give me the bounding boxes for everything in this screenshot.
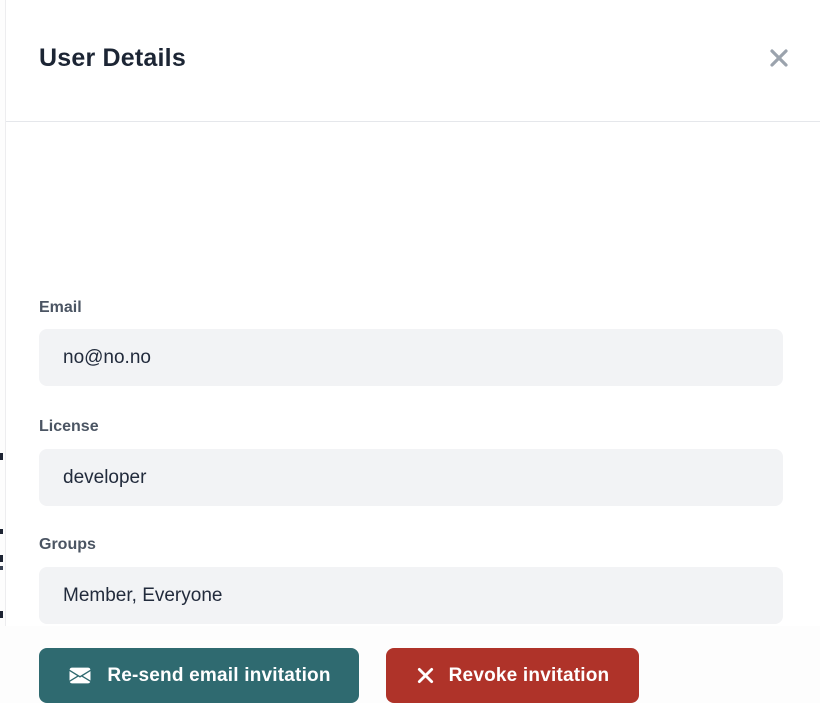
user-details-modal: User Details Email no@no.no License deve… (5, 0, 820, 626)
background-page-fragment (0, 529, 3, 534)
groups-value: Member, Everyone (63, 585, 222, 607)
background-page-fragment (0, 611, 3, 618)
email-field[interactable]: no@no.no (39, 329, 783, 386)
groups-field[interactable]: Member, Everyone (39, 567, 783, 624)
email-value: no@no.no (63, 347, 151, 369)
background-page-fragment (0, 566, 3, 570)
background-page-fragment (0, 453, 3, 460)
license-value: developer (63, 467, 146, 489)
revoke-invitation-button[interactable]: Revoke invitation (386, 648, 639, 703)
license-field[interactable]: developer (39, 449, 783, 506)
background-page-fragment (0, 555, 3, 562)
email-label: Email (39, 299, 82, 317)
modal-header: User Details (6, 0, 820, 122)
license-label: License (39, 418, 99, 436)
page-title: User Details (39, 44, 186, 73)
envelope-icon (67, 665, 93, 686)
resend-invitation-label: Re-send email invitation (107, 665, 330, 687)
groups-label: Groups (39, 536, 96, 554)
revoke-invitation-label: Revoke invitation (449, 665, 610, 687)
close-icon (767, 46, 791, 70)
x-icon (416, 666, 435, 685)
close-button[interactable] (764, 43, 794, 73)
resend-invitation-button[interactable]: Re-send email invitation (39, 648, 359, 703)
